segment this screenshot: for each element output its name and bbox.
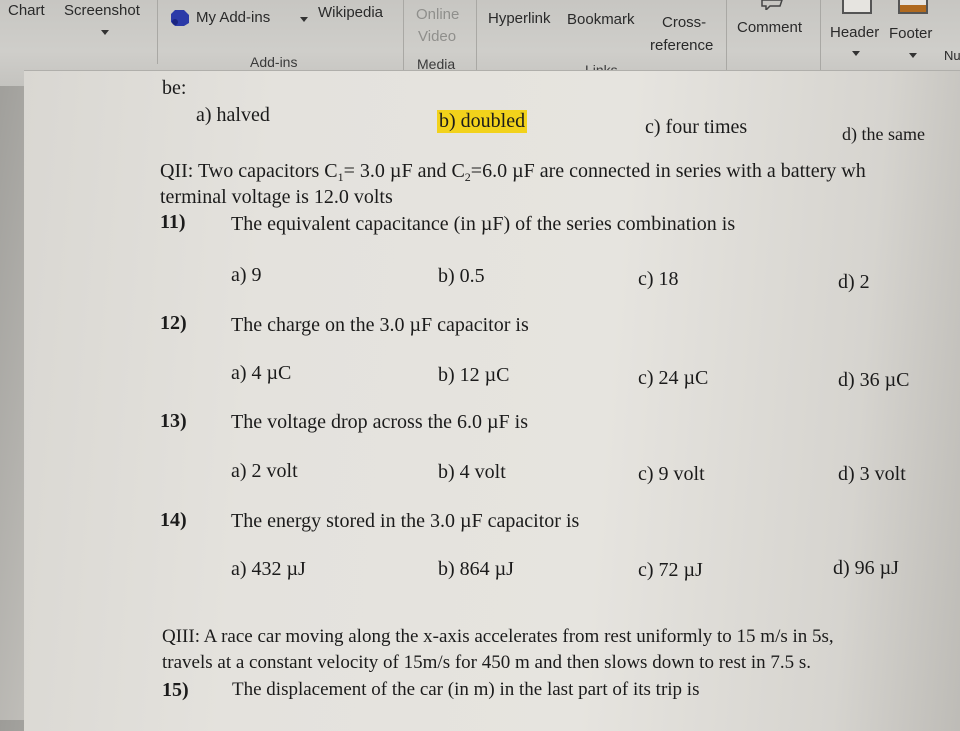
divider: [403, 0, 404, 70]
divider: [726, 0, 727, 80]
option-d: d) 36 µC: [838, 369, 910, 391]
page-number-button[interactable]: Nu: [944, 48, 960, 63]
screenshot-button[interactable]: Screenshot: [64, 2, 140, 19]
header-button[interactable]: Header: [830, 24, 879, 41]
footer-icon: [898, 0, 928, 14]
question-text: The voltage drop across the 6.0 µF is: [231, 411, 529, 433]
option-d: d) 3 volt: [838, 463, 906, 485]
subscript: 1: [337, 170, 344, 184]
question-number: 11): [160, 211, 186, 233]
cross-reference-button[interactable]: Cross-: [662, 14, 706, 31]
hyperlink-button[interactable]: Hyperlink: [488, 10, 551, 27]
my-addins-dropdown-icon[interactable]: [300, 17, 308, 22]
store-icon: [171, 10, 189, 26]
option-a: a) 4 µC: [231, 362, 292, 384]
option-a: a) 2 volt: [231, 460, 298, 482]
option-b: b) 12 µC: [438, 364, 510, 386]
comment-icon: [761, 0, 783, 10]
option-a: a) 9: [231, 264, 262, 286]
divider: [157, 0, 158, 64]
question-number: 12): [160, 312, 187, 334]
prev-option-b-highlighted: b) doubled: [437, 110, 528, 133]
question-number: 14): [160, 509, 187, 531]
question-text: The energy stored in the 3.0 µF capacito…: [231, 510, 580, 532]
option-d: d) 96 µJ: [833, 557, 899, 579]
question-text: The equivalent capacitance (in µF) of th…: [231, 213, 736, 235]
prev-option-c: c) four times: [645, 116, 748, 138]
my-addins-button[interactable]: My Add-ins: [196, 9, 270, 26]
option-d: d) 2: [838, 271, 870, 293]
q3-line1: QIII: A race car moving along the x-axis…: [162, 626, 834, 647]
new-comment-button[interactable]: Comment: [737, 19, 802, 36]
question-number: 15): [162, 679, 189, 701]
q2-intro-part: =6.0 µF are connected in series with a b…: [470, 160, 866, 182]
header-icon: [842, 0, 872, 14]
text-fragment: be:: [162, 77, 187, 99]
option-b: b) 864 µJ: [438, 558, 514, 580]
q2-intro-part: QII: Two capacitors C: [160, 160, 338, 182]
online-video-button[interactable]: Online: [416, 6, 459, 23]
option-c: c) 24 µC: [638, 367, 709, 389]
question-number: 13): [160, 410, 187, 432]
option-c: c) 72 µJ: [638, 559, 703, 581]
prev-option-a: a) halved: [196, 104, 270, 126]
option-c: c) 9 volt: [638, 463, 705, 485]
question-text: The displacement of the car (in m) in th…: [232, 679, 700, 700]
online-video-button-line2[interactable]: Video: [418, 28, 456, 45]
q2-intro: QII: Two capacitors C1= 3.0 µF and C2=6.…: [160, 160, 866, 184]
footer-dropdown-icon[interactable]: [909, 53, 917, 58]
option-b: b) 0.5: [438, 265, 485, 287]
option-c: c) 18: [638, 268, 679, 290]
wikipedia-button[interactable]: Wikipedia: [318, 4, 383, 21]
screenshot-dropdown-icon[interactable]: [101, 30, 109, 35]
subscript: 2: [464, 170, 471, 184]
q2-intro-part: = 3.0 µF and C: [343, 160, 465, 182]
divider: [476, 0, 477, 74]
option-b: b) 4 volt: [438, 461, 506, 483]
chart-button[interactable]: Chart: [8, 2, 45, 19]
prev-option-d: d) the same: [842, 124, 925, 144]
header-dropdown-icon[interactable]: [852, 51, 860, 56]
q2-intro-line2: terminal voltage is 12.0 volts: [160, 186, 393, 208]
option-a: a) 432 µJ: [231, 558, 306, 580]
question-text: The charge on the 3.0 µF capacitor is: [231, 314, 529, 336]
footer-button[interactable]: Footer: [889, 25, 932, 42]
cross-reference-button-line2[interactable]: reference: [650, 37, 713, 54]
group-label-addins: Add-ins: [250, 54, 298, 70]
q3-line2: travels at a constant velocity of 15m/s …: [162, 652, 812, 673]
bookmark-button[interactable]: Bookmark: [567, 11, 635, 28]
